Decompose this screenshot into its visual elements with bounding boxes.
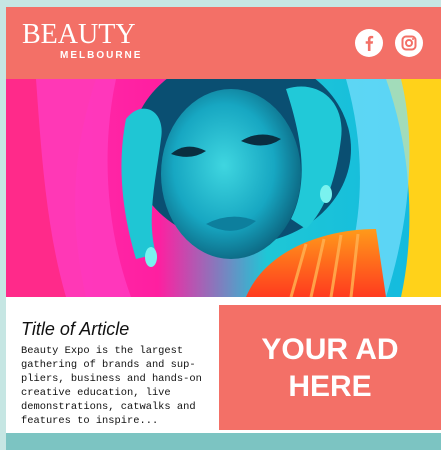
logo-subtitle: MELBOURNE bbox=[60, 50, 143, 61]
facebook-icon bbox=[365, 35, 374, 51]
facebook-button[interactable] bbox=[355, 29, 383, 57]
header-bar: BEAUTY MELBOURNE bbox=[6, 7, 441, 79]
ad-banner[interactable]: YOUR AD HERE bbox=[219, 305, 441, 430]
article-excerpt: Beauty Expo is the largest gathering of … bbox=[21, 345, 202, 427]
instagram-button[interactable] bbox=[395, 29, 423, 57]
portrait-illustration bbox=[6, 79, 441, 297]
instagram-icon bbox=[401, 35, 417, 51]
newsletter-frame: BEAUTY MELBOURNE Title of Article Beauty… bbox=[6, 7, 441, 450]
article-title[interactable]: Title of Article bbox=[21, 319, 129, 340]
article-card[interactable]: Title of Article Beauty Expo is the larg… bbox=[6, 297, 219, 432]
hero-image bbox=[6, 79, 441, 297]
beauty-melbourne-logo[interactable]: BEAUTY MELBOURNE bbox=[22, 19, 143, 62]
ad-text: YOUR AD HERE bbox=[261, 332, 399, 403]
logo-wordmark: BEAUTY bbox=[22, 19, 136, 50]
footer-band bbox=[6, 433, 441, 450]
